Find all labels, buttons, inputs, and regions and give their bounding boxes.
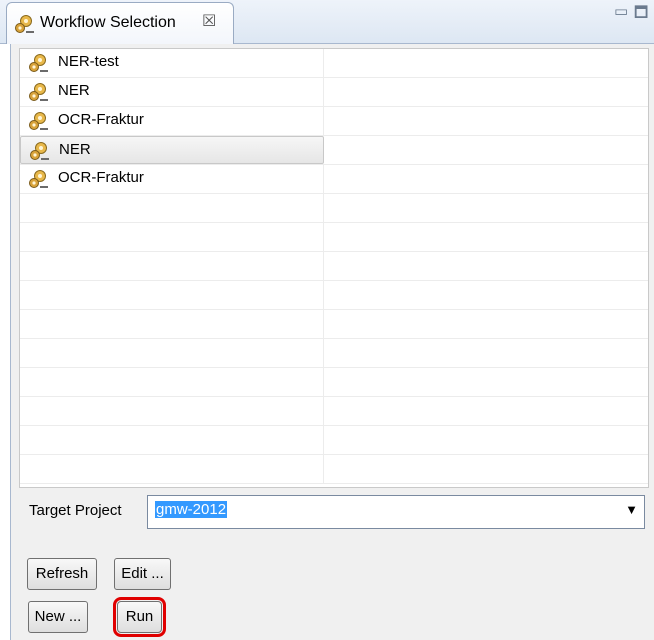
list-item-name-cell[interactable]: OCR-Fraktur <box>20 165 324 193</box>
empty-list-row <box>20 339 648 368</box>
empty-list-row <box>20 252 648 281</box>
list-item-label: NER <box>59 141 91 158</box>
list-item-label: NER-test <box>58 53 119 70</box>
empty-list-row <box>20 426 648 455</box>
empty-list-row <box>20 368 648 397</box>
list-item-name-cell <box>20 426 324 454</box>
empty-list-row <box>20 397 648 426</box>
list-item-label: OCR-Fraktur <box>58 111 144 128</box>
empty-list-row <box>20 455 648 484</box>
workflow-gears-icon <box>30 142 49 160</box>
refresh-button[interactable]: Refresh <box>27 558 97 590</box>
target-project-label: Target Project <box>29 502 122 519</box>
maximize-icon[interactable]: 🗖 <box>634 2 648 27</box>
minimize-icon[interactable]: ▭ <box>614 2 628 20</box>
list-item-name-cell[interactable]: OCR-Fraktur <box>20 107 324 135</box>
list-item-name-cell <box>20 310 324 338</box>
list-item-name-cell[interactable]: NER <box>20 78 324 106</box>
tab-workflow-selection[interactable]: Workflow Selection ☒ <box>6 2 234 44</box>
view-tab-bar: Workflow Selection ☒ ▭ 🗖 <box>0 0 654 44</box>
list-item-name-cell <box>20 397 324 425</box>
close-icon[interactable]: ☒ <box>202 11 216 31</box>
list-item-name-cell <box>20 281 324 309</box>
workflow-gears-icon <box>29 112 48 130</box>
list-item-name-cell <box>20 339 324 367</box>
list-item-name-cell <box>20 223 324 251</box>
edit-button[interactable]: Edit ... <box>114 558 171 590</box>
list-item-label: NER <box>58 82 90 99</box>
empty-list-row <box>20 194 648 223</box>
list-item[interactable]: OCR-Fraktur <box>20 165 648 194</box>
list-item-name-cell <box>20 252 324 280</box>
run-button[interactable]: Run <box>113 597 166 637</box>
empty-list-row <box>20 310 648 339</box>
workflow-gears-icon <box>29 170 48 188</box>
workflow-list[interactable]: NER-test NER OCR-Fraktur NER OCR-Fraktur <box>19 48 649 488</box>
list-item-name-cell[interactable]: NER <box>20 136 324 164</box>
target-project-value: gmw-2012 <box>155 501 228 518</box>
workflow-gears-icon <box>29 83 48 101</box>
workflow-gears-icon <box>15 15 34 33</box>
workflow-gears-icon <box>29 54 48 72</box>
list-item[interactable]: OCR-Fraktur <box>20 107 648 136</box>
chevron-down-icon[interactable]: ▼ <box>625 502 638 517</box>
tab-title: Workflow Selection <box>40 14 176 31</box>
list-item[interactable]: NER <box>20 78 648 107</box>
empty-list-row <box>20 223 648 252</box>
target-project-combo[interactable]: gmw-2012 ▼ <box>147 495 645 529</box>
list-item-name-cell[interactable]: NER-test <box>20 49 324 77</box>
new-button[interactable]: New ... <box>28 601 88 633</box>
list-item-name-cell <box>20 455 324 483</box>
list-item-name-cell <box>20 368 324 396</box>
list-item[interactable]: NER <box>20 136 648 165</box>
list-item-name-cell <box>20 194 324 222</box>
list-item[interactable]: NER-test <box>20 49 648 78</box>
empty-list-row <box>20 281 648 310</box>
list-item-label: OCR-Fraktur <box>58 169 144 186</box>
workflow-selection-view: NER-test NER OCR-Fraktur NER OCR-Fraktur Tar… <box>10 44 654 640</box>
